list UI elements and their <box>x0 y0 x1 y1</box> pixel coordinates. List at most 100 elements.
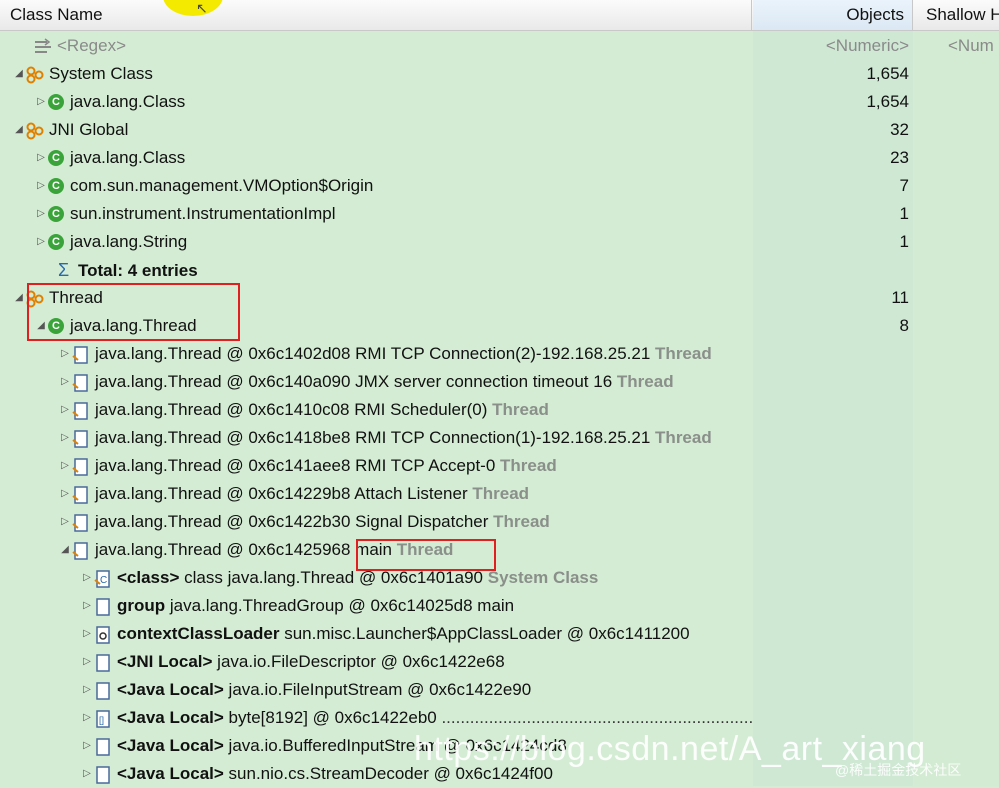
object-instance-icon <box>72 401 90 420</box>
svg-text:C: C <box>100 575 107 586</box>
tree-row[interactable]: ▷ java.lang.Thread @ 0x6c1422b30 Signal D… <box>0 508 999 536</box>
tree-row[interactable]: ▷ java.lang.Thread @ 0x6c1410c08 RMI Sche… <box>0 396 999 424</box>
collapsed-arrow-icon[interactable]: ▷ <box>80 620 94 648</box>
tree-row[interactable]: ▷ contextClassLoader sun.misc.Launcher$Ap… <box>0 620 999 648</box>
array-icon: [] <box>94 709 112 728</box>
collapsed-arrow-icon[interactable]: ▷ <box>80 592 94 620</box>
collapsed-arrow-icon[interactable]: ▷ <box>58 396 72 424</box>
row-label: java.lang.Class <box>70 92 186 111</box>
classloader-icon <box>94 625 112 644</box>
object-field-icon <box>94 681 112 700</box>
row-label: sun.misc.Launcher$AppClassLoader @ 0x6c1… <box>279 624 690 643</box>
field-name: contextClassLoader <box>117 624 280 643</box>
row-suffix: Thread <box>616 372 674 391</box>
tree-row[interactable]: ▷ Cjava.lang.Class 1,654 <box>0 88 999 116</box>
object-field-icon <box>94 765 112 784</box>
class-reference-icon: C <box>94 569 112 588</box>
row-suffix: Thread <box>655 344 712 363</box>
collapsed-arrow-icon[interactable]: ▷ <box>80 760 94 788</box>
tree-row[interactable]: ▷ java.lang.Thread @ 0x6c141aee8 RMI TCP … <box>0 452 999 480</box>
tree-row[interactable]: ◢ JNI Global 32 <box>0 116 999 144</box>
tree-row[interactable]: ▷ <JNI Local> java.io.FileDescriptor @ 0x… <box>0 648 999 676</box>
tree-row[interactable]: ▷ Csun.instrument.InstrumentationImpl 1 <box>0 200 999 228</box>
tree-row[interactable]: ◢ java.lang.Thread @ 0x6c1425968 main Thr… <box>0 536 999 564</box>
row-label: java.lang.Class <box>70 148 186 167</box>
row-label: sun.instrument.InstrumentationImpl <box>70 204 336 223</box>
column-header-objects[interactable]: Objects <box>753 0 913 30</box>
field-name: group <box>117 596 166 615</box>
tree-row[interactable]: ▷ Ccom.sun.management.VMOption$Origin 7 <box>0 172 999 200</box>
regex-filter-input[interactable]: <Regex> <box>57 36 126 55</box>
tree-row[interactable]: ▷ group java.lang.ThreadGroup @ 0x6c14025… <box>0 592 999 620</box>
expanded-arrow-icon[interactable]: ◢ <box>12 284 26 312</box>
expanded-arrow-icon[interactable]: ◢ <box>58 536 72 564</box>
row-label: java.lang.Thread @ 0x6c141aee8 RMI TCP A… <box>95 456 496 475</box>
row-label: java.lang.Thread @ 0x6c1402d08 RMI TCP C… <box>95 344 651 363</box>
objects-value: 1,654 <box>866 64 909 83</box>
object-instance-icon <box>72 485 90 504</box>
row-label: java.lang.ThreadGroup @ 0x6c14025d8 main <box>165 596 515 615</box>
row-suffix: Thread <box>500 456 557 475</box>
numeric-filter-objects[interactable]: <Numeric> <box>753 32 913 60</box>
collapsed-arrow-icon[interactable]: ▷ <box>58 340 72 368</box>
field-name: <Java Local> <box>117 680 224 699</box>
collapsed-arrow-icon[interactable]: ▷ <box>34 228 48 256</box>
collapsed-arrow-icon[interactable]: ▷ <box>34 172 48 200</box>
tree-row[interactable]: ▷ Cjava.lang.String 1 <box>0 228 999 256</box>
tree-row[interactable]: ▷ java.lang.Thread @ 0x6c1418be8 RMI TCP … <box>0 424 999 452</box>
collapsed-arrow-icon[interactable]: ▷ <box>80 648 94 676</box>
gc-root-icon <box>26 121 44 140</box>
tree-row[interactable]: ◢ System Class 1,654 <box>0 60 999 88</box>
expanded-arrow-icon[interactable]: ◢ <box>12 116 26 144</box>
tree-row[interactable]: ▷ Cjava.lang.Class 23 <box>0 144 999 172</box>
row-suffix: Thread <box>472 484 530 503</box>
filter-icon <box>34 37 52 55</box>
objects-value: 32 <box>890 120 909 139</box>
tree-row[interactable]: ▷ java.lang.Thread @ 0x6c140a090 JMX serv… <box>0 368 999 396</box>
object-field-icon <box>94 597 112 616</box>
object-instance-icon <box>72 345 90 364</box>
collapsed-arrow-icon[interactable]: ▷ <box>58 508 72 536</box>
column-header-shallow-heap[interactable]: Shallow H <box>914 0 999 30</box>
tree-row[interactable]: ▷ java.lang.Thread @ 0x6c14229b8 Attach L… <box>0 480 999 508</box>
tree-row[interactable]: ▷ java.lang.Thread @ 0x6c1402d08 RMI TCP … <box>0 340 999 368</box>
object-field-icon <box>94 653 112 672</box>
object-instance-icon <box>72 541 90 560</box>
collapsed-arrow-icon[interactable]: ▷ <box>80 704 94 732</box>
class-icon: C <box>48 93 64 110</box>
watermark-community: @稀土掘金技术社区 <box>835 762 962 778</box>
mouse-pointer-icon: ↖ <box>196 0 208 16</box>
field-name: <Java Local> <box>117 764 224 783</box>
collapsed-arrow-icon[interactable]: ▷ <box>34 200 48 228</box>
row-label: System Class <box>49 64 153 83</box>
value-dots: ........................................… <box>436 708 752 727</box>
collapsed-arrow-icon[interactable]: ▷ <box>58 480 72 508</box>
collapsed-arrow-icon[interactable]: ▷ <box>80 732 94 760</box>
object-instance-icon <box>72 457 90 476</box>
row-suffix: Thread <box>493 512 550 531</box>
gc-root-icon <box>26 65 44 84</box>
collapsed-arrow-icon[interactable]: ▷ <box>34 144 48 172</box>
field-name: <class> <box>117 568 180 587</box>
collapsed-arrow-icon[interactable]: ▷ <box>80 564 94 592</box>
tree-row[interactable]: ▷ <Java Local> java.io.FileInputStream @ … <box>0 676 999 704</box>
collapsed-arrow-icon[interactable]: ▷ <box>34 88 48 116</box>
table-header: Class Name Objects Shallow H <box>0 0 999 31</box>
objects-value: 1 <box>899 204 909 223</box>
row-label: java.lang.Thread @ 0x6c1425968 main <box>95 540 393 559</box>
field-name: <JNI Local> <box>117 652 213 671</box>
tree-row[interactable]: ▷ [] <Java Local> byte[8192] @ 0x6c1422eb0… <box>0 704 999 732</box>
column-header-class-name[interactable]: Class Name <box>0 0 752 30</box>
collapsed-arrow-icon[interactable]: ▷ <box>58 452 72 480</box>
highlight-box-main <box>356 539 496 571</box>
tree-row[interactable]: ▷ C <class> class java.lang.Thread @ 0x6c1… <box>0 564 999 592</box>
collapsed-arrow-icon[interactable]: ▷ <box>58 368 72 396</box>
svg-text:[]: [] <box>99 715 104 725</box>
objects-value: 1,654 <box>866 92 909 111</box>
objects-value: 11 <box>891 288 909 307</box>
expanded-arrow-icon[interactable]: ◢ <box>12 60 26 88</box>
collapsed-arrow-icon[interactable]: ▷ <box>80 676 94 704</box>
numeric-filter-shallow[interactable]: <Num <box>914 32 999 60</box>
row-label: byte[8192] @ 0x6c1422eb0 <box>223 708 437 727</box>
collapsed-arrow-icon[interactable]: ▷ <box>58 424 72 452</box>
